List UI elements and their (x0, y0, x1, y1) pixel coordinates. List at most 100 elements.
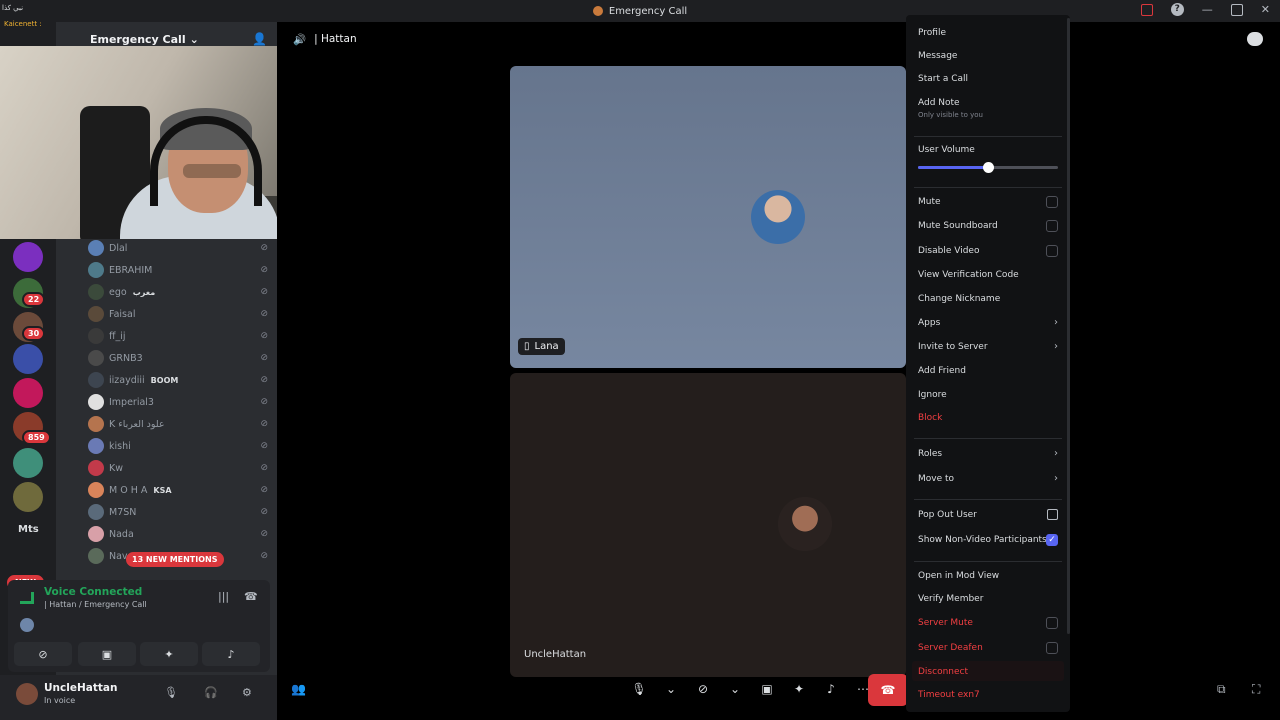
noise-suppression-icon[interactable]: ||| (218, 590, 229, 603)
list-item[interactable]: Faisal ⊘ (88, 304, 268, 324)
list-item[interactable]: M7SN ⊘ (88, 502, 268, 522)
popout-icon[interactable]: ⧉ (1217, 682, 1226, 697)
username[interactable]: UncleHattan (44, 682, 117, 694)
list-item[interactable]: kishi ⊘ (88, 436, 268, 456)
menu-item-move-to[interactable]: Move to (918, 474, 1060, 484)
avatar (88, 438, 104, 454)
menu-item-mute-soundboard[interactable]: Mute Soundboard (918, 221, 1060, 231)
list-item[interactable]: Dlal ⊘ (88, 238, 268, 258)
menu-item-open-mod-view[interactable]: Open in Mod View (918, 571, 1060, 581)
menu-item-disable-video[interactable]: Disable Video (918, 246, 1060, 256)
menu-item-mute[interactable]: Mute (918, 197, 1060, 207)
server-icon-blue[interactable] (13, 344, 43, 374)
deafened-icon: ⊘ (260, 331, 268, 341)
close-button[interactable]: ✕ (1261, 3, 1270, 16)
microphone-icon[interactable]: 🎙 (164, 686, 178, 699)
overlay-chat-line: نبي كذا (2, 4, 24, 12)
call-controls: 🎙 ⌄ ⊘ ⌄ ▣ ✦ ♪ ⋯ (623, 674, 879, 704)
camera-off-button[interactable]: ⊘ (14, 642, 72, 666)
fullscreen-icon[interactable]: ⛶ (1252, 682, 1260, 697)
user-volume-slider[interactable] (918, 162, 1058, 173)
chevron-down-icon[interactable]: ⌄ (719, 682, 751, 696)
help-icon[interactable]: ? (1170, 3, 1184, 16)
soundboard-button[interactable]: ♪ (202, 642, 260, 666)
gear-icon[interactable]: ⚙ (242, 686, 252, 699)
menu-item-ignore[interactable]: Ignore (918, 390, 1060, 400)
list-item[interactable]: Nada ⊘ (88, 524, 268, 544)
maximize-button[interactable] (1230, 3, 1243, 16)
screen-share-button[interactable]: ▣ (78, 642, 136, 666)
menu-item-invite[interactable]: Invite to Server (918, 342, 1060, 352)
server-mute-checkbox[interactable] (1046, 617, 1058, 629)
server-icon (592, 6, 603, 16)
add-people-icon[interactable]: 👥 (291, 682, 306, 696)
headphones-icon[interactable]: 🎧 (204, 686, 218, 699)
voice-channel-path[interactable]: | Hattan / Emergency Call (44, 600, 147, 609)
menu-item-change-nickname[interactable]: Change Nickname (918, 294, 1060, 304)
disconnect-icon[interactable]: ☎ (244, 590, 258, 603)
menu-item-timeout[interactable]: Timeout exn7 (918, 690, 1060, 700)
menu-item-add-note[interactable]: Add Note Only visible to you (918, 98, 1060, 119)
menu-scrollbar[interactable] (1067, 18, 1070, 634)
end-call-button[interactable]: ☎ (868, 674, 908, 706)
list-item[interactable]: ff_ij ⊘ (88, 326, 268, 346)
activities-icon[interactable]: ✦ (783, 682, 815, 696)
participant-tile[interactable]: UncleHattan (510, 373, 906, 677)
menu-item-server-mute[interactable]: Server Mute (918, 618, 1060, 628)
menu-item-add-friend[interactable]: Add Friend (918, 366, 1060, 376)
list-item[interactable]: M O H A KSA ⊘ (88, 480, 268, 500)
chevron-down-icon[interactable]: ⌄ (655, 682, 687, 696)
server-text-item[interactable]: Mts (18, 524, 39, 535)
show-nonvideo-checkbox[interactable]: ✓ (1046, 534, 1058, 546)
deafened-icon: ⊘ (260, 375, 268, 385)
menu-item-show-nonvideo[interactable]: Show Non-Video Participants (918, 535, 1060, 545)
avatar (778, 497, 832, 551)
server-icon-pink[interactable] (13, 378, 43, 408)
microphone-icon[interactable]: 🎙 (623, 682, 655, 696)
soundboard-icon[interactable]: ♪ (815, 682, 847, 696)
menu-item-profile[interactable]: Profile (918, 28, 1060, 38)
list-item[interactable]: Kw ⊘ (88, 458, 268, 478)
menu-item-disconnect[interactable]: Disconnect (918, 667, 1060, 677)
chat-icon[interactable] (1247, 32, 1263, 46)
server-icon-purple[interactable] (13, 242, 43, 272)
menu-item-server-deafen[interactable]: Server Deafen (918, 643, 1060, 653)
activities-button[interactable]: ✦ (140, 642, 198, 666)
list-item[interactable]: K علود العرباء ⊘ (88, 414, 268, 434)
avatar[interactable] (16, 683, 38, 705)
menu-item-roles[interactable]: Roles (918, 449, 1060, 459)
avatar (88, 350, 104, 366)
avatar (88, 240, 104, 256)
menu-item-pop-out[interactable]: Pop Out User (918, 510, 1060, 520)
list-item[interactable]: ego مغرب ⊘ (88, 282, 268, 302)
participant-name: Lana (534, 341, 559, 352)
menu-item-label: Add Note (918, 98, 960, 108)
menu-item-verify-member[interactable]: Verify Member (918, 594, 1060, 604)
server-icon-olive[interactable] (13, 482, 43, 512)
server-icon-teal[interactable] (13, 448, 43, 478)
new-mentions-pill[interactable]: 13 NEW MENTIONS (126, 552, 224, 567)
menu-item-start-call[interactable]: Start a Call (918, 74, 1060, 84)
screen-share-icon[interactable]: ▣ (751, 682, 783, 696)
menu-item-message[interactable]: Message (918, 51, 1060, 61)
camera-off-icon[interactable]: ⊘ (687, 682, 719, 696)
add-member-icon[interactable]: 👤 (252, 32, 267, 46)
window-title: Emergency Call (608, 5, 688, 17)
participant-tile[interactable]: ▯ Lana (510, 66, 906, 368)
mute-soundboard-checkbox[interactable] (1046, 220, 1058, 232)
server-deafen-checkbox[interactable] (1046, 642, 1058, 654)
list-item[interactable]: iizaydiii BOOM ⊘ (88, 370, 268, 390)
menu-item-block[interactable]: Block (918, 413, 1060, 423)
minimize-button[interactable]: — (1202, 3, 1213, 16)
disable-video-checkbox[interactable] (1046, 245, 1058, 257)
voice-status[interactable]: Voice Connected (44, 586, 142, 598)
list-item[interactable]: GRNB3 ⊘ (88, 348, 268, 368)
list-item[interactable]: Imperial3 ⊘ (88, 392, 268, 412)
slider-handle[interactable] (983, 162, 994, 173)
menu-item-view-verification[interactable]: View Verification Code (918, 270, 1060, 280)
menu-item-apps[interactable]: Apps (918, 318, 1060, 328)
inbox-icon[interactable] (1140, 3, 1153, 16)
mute-checkbox[interactable] (1046, 196, 1058, 208)
list-item[interactable]: EBRAHIM ⊘ (88, 260, 268, 280)
member-name: Nav (109, 550, 128, 562)
